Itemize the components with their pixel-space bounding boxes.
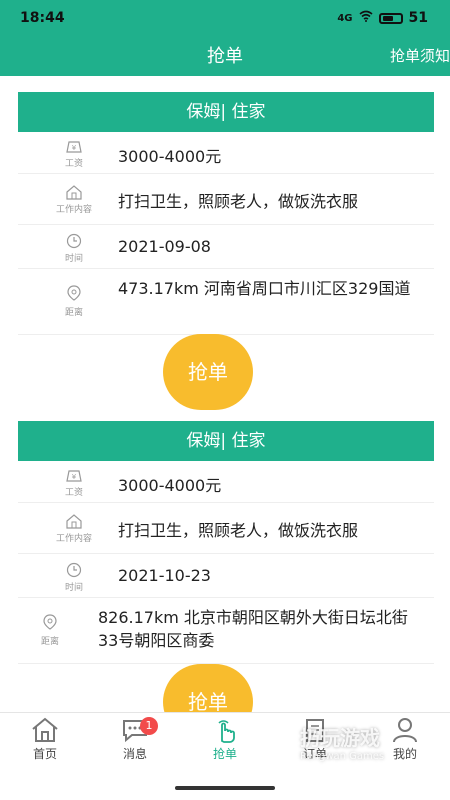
status-bar: 18:44 4G 51: [0, 0, 450, 36]
work-value: 打扫卫生，照顾老人，做饭洗衣服: [118, 521, 359, 540]
date-value: 2021-10-23: [118, 566, 211, 585]
work-value: 打扫卫生，照顾老人，做饭洗衣服: [118, 192, 359, 211]
date-value: 2021-09-08: [118, 237, 211, 256]
watermark: 扔玩游戏 Rengwan Games: [300, 722, 440, 782]
signal-icon: 4G: [337, 12, 353, 24]
battery-icon: [378, 12, 403, 24]
work-icon: 工作内容: [44, 184, 104, 215]
watermark-text: 扔玩游戏: [300, 726, 380, 750]
svg-text:¥: ¥: [72, 144, 77, 152]
time-row: 时间 2021-10-23: [18, 554, 434, 598]
tab-label: 消息: [122, 747, 147, 761]
time-label: 时间: [64, 254, 83, 264]
tab-messages[interactable]: 1 消息: [90, 717, 180, 762]
tab-label: 首页: [32, 747, 57, 761]
watermark-subtext: Rengwan Games: [300, 751, 385, 762]
order-title: 保姆| 住家: [18, 421, 434, 461]
distance-label: 距离: [64, 308, 83, 318]
location-value: 473.17km 河南省周口市川汇区329国道: [118, 279, 411, 298]
app-header: 抢单 抢单须知: [0, 36, 450, 76]
tab-label: 抢单: [212, 747, 237, 761]
svg-text:¥: ¥: [72, 473, 77, 481]
order-card: 保姆| 住家 ¥ 工资 3000-4000元 工作内容 打扫卫生，照顾老人，做饭…: [18, 92, 434, 335]
distance-label: 距离: [40, 637, 59, 647]
grab-order-button[interactable]: 抢单: [163, 334, 253, 410]
salary-label: 工资: [64, 159, 83, 169]
salary-label: 工资: [64, 488, 83, 498]
location-value: 826.17km 北京市朝阳区朝外大街日坛北街33号朝阳区商委: [98, 608, 408, 650]
distance-row: 距离 473.17km 河南省周口市川汇区329国道: [18, 269, 434, 335]
wifi-icon: [359, 10, 373, 26]
tab-grab[interactable]: 抢单: [180, 717, 270, 762]
battery-level: 51: [408, 10, 428, 26]
clock-icon: 时间: [44, 233, 104, 264]
tap-icon: [218, 720, 235, 743]
home-icon: [32, 717, 58, 742]
work-label: 工作内容: [55, 205, 92, 215]
salary-value: 3000-4000元: [118, 476, 222, 495]
location-icon: 距离: [44, 285, 104, 318]
time-label: 时间: [64, 583, 83, 593]
status-time: 18:44: [20, 10, 65, 26]
salary-icon: ¥ 工资: [44, 140, 104, 169]
clock-icon: 时间: [44, 562, 104, 593]
tab-home[interactable]: 首页: [0, 717, 90, 762]
distance-row: 距离 826.17km 北京市朝阳区朝外大街日坛北街33号朝阳区商委: [18, 598, 434, 664]
page-title: 抢单: [207, 46, 243, 67]
salary-row: ¥ 工资 3000-4000元: [18, 132, 434, 174]
status-icons: 4G 51: [337, 10, 428, 26]
work-icon: 工作内容: [44, 513, 104, 544]
grab-notice-link[interactable]: 抢单须知: [390, 45, 450, 66]
order-card: 保姆| 住家 ¥ 工资 3000-4000元 工作内容 打扫卫生，照顾老人，做饭…: [18, 421, 434, 664]
salary-icon: ¥ 工资: [44, 469, 104, 498]
home-indicator: [175, 786, 275, 790]
message-badge: 1: [140, 717, 158, 735]
location-icon: 距离: [20, 614, 80, 647]
time-row: 时间 2021-09-08: [18, 225, 434, 269]
salary-row: ¥ 工资 3000-4000元: [18, 461, 434, 503]
work-row: 工作内容 打扫卫生，照顾老人，做饭洗衣服: [18, 174, 434, 225]
salary-value: 3000-4000元: [118, 147, 222, 166]
work-row: 工作内容 打扫卫生，照顾老人，做饭洗衣服: [18, 503, 434, 554]
work-label: 工作内容: [55, 534, 92, 544]
order-title: 保姆| 住家: [18, 92, 434, 132]
